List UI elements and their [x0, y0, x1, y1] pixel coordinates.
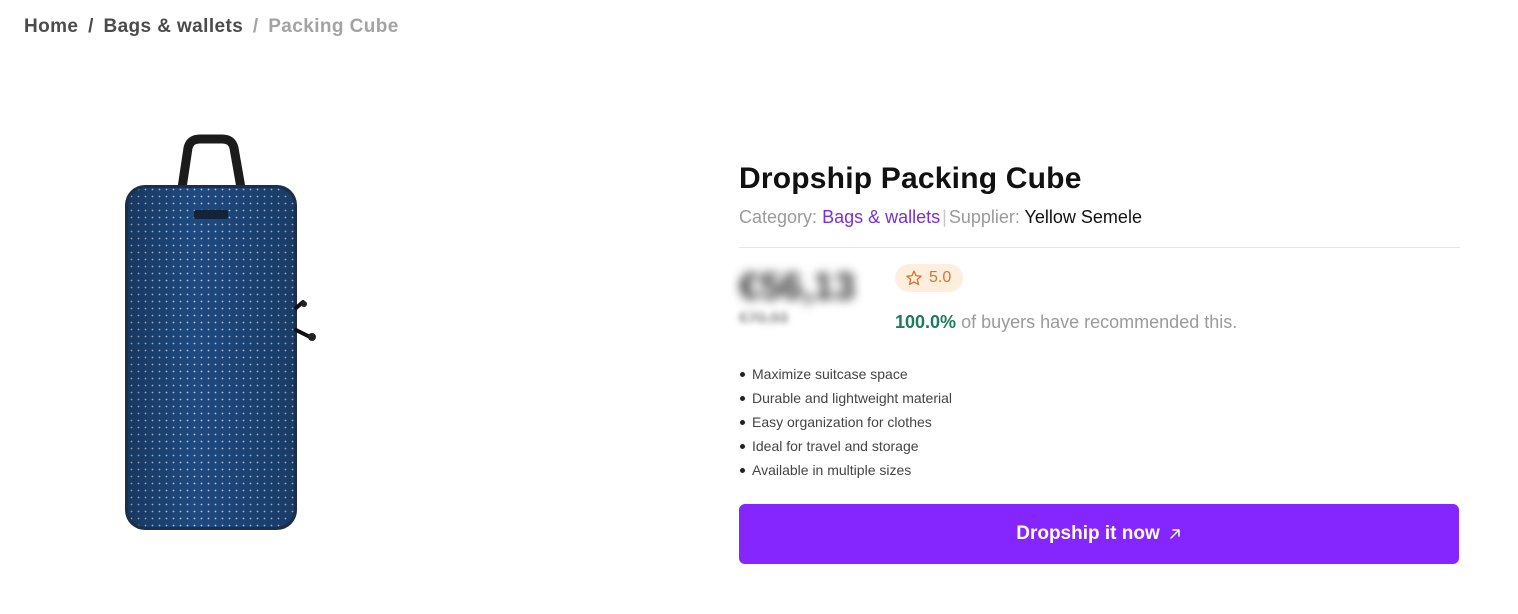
feature-text: Maximize suitcase space: [752, 366, 908, 382]
list-item: Maximize suitcase space: [739, 362, 1459, 386]
list-item: Durable and lightweight material: [739, 386, 1459, 410]
product-details: Dropship Packing Cube Category: Bags & w…: [739, 160, 1460, 564]
product-image: [100, 130, 360, 540]
bullet-icon: [740, 371, 745, 377]
breadcrumb-current: Packing Cube: [268, 16, 399, 37]
bullet-icon: [740, 443, 745, 449]
category-label: Category:: [739, 207, 818, 227]
price: €56,13: [739, 266, 856, 308]
dropship-it-now-button[interactable]: Dropship it now: [739, 504, 1459, 564]
bullet-icon: [740, 419, 745, 425]
supplier-name: Yellow Semele: [1024, 207, 1142, 227]
recommendation-text: 100.0% of buyers have recommended this.: [895, 312, 1237, 333]
list-item: Ideal for travel and storage: [739, 434, 1459, 458]
star-outline-icon: [906, 270, 922, 286]
supplier-label: Supplier:: [948, 207, 1020, 227]
packing-cube-bag-icon: [125, 134, 316, 530]
list-item: Available in multiple sizes: [739, 458, 1459, 482]
arrow-up-right-icon: [1170, 529, 1180, 539]
product-title: Dropship Packing Cube: [739, 162, 1082, 195]
rating-badge: 5.0: [895, 264, 964, 292]
feature-list: Maximize suitcase space Durable and ligh…: [739, 362, 1459, 482]
product-meta: Category: Bags & wallets | Supplier: Yello…: [739, 207, 1459, 228]
breadcrumb-home-link[interactable]: Home: [24, 16, 78, 37]
old-price: €70,93: [739, 310, 788, 327]
feature-text: Durable and lightweight material: [752, 390, 952, 406]
feature-text: Available in multiple sizes: [752, 462, 912, 478]
meta-divider: |: [942, 207, 947, 227]
breadcrumb-separator: /: [88, 16, 94, 37]
breadcrumb-category-link[interactable]: Bags & wallets: [103, 16, 243, 37]
breadcrumb-separator: /: [252, 16, 259, 37]
price-section: €56,13 €70,93 5.0 100.0% of buyers have …: [739, 248, 1459, 334]
breadcrumb: Home / Bags & wallets / Packing Cube: [24, 16, 399, 38]
recommend-label: of buyers have recommended this.: [961, 312, 1238, 332]
feature-text: Ideal for travel and storage: [752, 438, 919, 454]
category-link[interactable]: Bags & wallets: [822, 207, 940, 227]
bullet-icon: [740, 467, 745, 473]
bullet-icon: [740, 395, 745, 401]
rating-value: 5.0: [929, 269, 952, 286]
list-item: Easy organization for clothes: [739, 410, 1459, 434]
cta-label: Dropship it now: [1016, 523, 1160, 544]
feature-text: Easy organization for clothes: [752, 414, 932, 430]
recommend-percentage: 100.0%: [895, 312, 957, 332]
